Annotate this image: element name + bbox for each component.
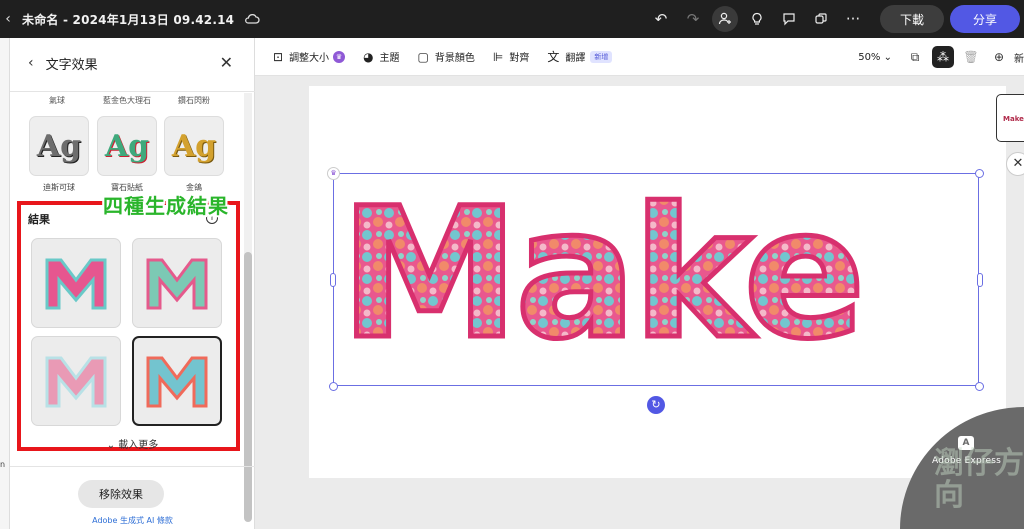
chevron-left-icon[interactable]: ‹ — [2, 11, 14, 27]
result-tile-2[interactable] — [132, 238, 222, 328]
top-bar: ‹ 未命名 - 2024年1月13日 09.42.14 ↶ ↷ ··· 下載 分… — [0, 0, 1024, 38]
theme-button[interactable]: ◕ 主題 — [363, 49, 400, 65]
download-button[interactable]: 下載 — [880, 5, 944, 33]
result-m-glyph — [45, 258, 107, 310]
scrollbar-thumb[interactable] — [244, 252, 252, 522]
result-tile-4-selected[interactable] — [132, 336, 222, 426]
add-circle-icon[interactable]: ⊕ — [988, 46, 1010, 68]
text-effects-panel: ‹ 文字效果 ✕ 氣球 藍金色大理石 鑽石閃粉 Ag Ag Ag 迪斯可球 寶石… — [10, 38, 255, 529]
ai-terms-link[interactable]: Adobe 生成式 AI 條款 — [10, 515, 255, 526]
zoom-selector[interactable]: 50% ⌄ — [858, 52, 892, 63]
results-title: 結果 — [28, 213, 50, 226]
translate-button[interactable]: 文 翻譯 新增 — [547, 48, 613, 65]
style-tile-gem-sticker[interactable]: Ag — [97, 116, 157, 176]
copy-icon[interactable] — [808, 6, 834, 32]
watermark: 瀏仔方向 — [934, 446, 1024, 513]
remove-effect-button[interactable]: 移除效果 — [78, 480, 164, 508]
share-button[interactable]: 分享 — [950, 5, 1020, 33]
style-label-balloon: 氣球 — [49, 96, 65, 105]
resize-handle-bottom-left[interactable] — [329, 382, 338, 391]
background-color-button[interactable]: ▢ 背景顏色 — [417, 49, 475, 65]
result-m-glyph — [45, 356, 107, 408]
style-tile-disco[interactable]: Ag — [29, 116, 89, 176]
translate-label: 翻譯 — [565, 53, 586, 64]
trash-icon[interactable]: 🗑 — [960, 46, 982, 68]
document-title[interactable]: 未命名 - 2024年1月13日 09.42.14 — [22, 11, 234, 28]
load-more-label: 載入更多 — [118, 440, 159, 451]
result-tile-3[interactable] — [31, 336, 121, 426]
selection-box[interactable] — [333, 173, 979, 386]
comment-icon[interactable] — [776, 6, 802, 32]
more-icon[interactable]: ··· — [840, 6, 866, 32]
left-rail-text: n — [0, 460, 6, 469]
style-label-blue-gold-marble: 藍金色大理石 — [103, 96, 151, 105]
undo-icon[interactable]: ↶ — [648, 6, 674, 32]
resize-handle-left[interactable] — [330, 273, 336, 287]
add-person-icon[interactable] — [712, 6, 738, 32]
result-m-glyph — [146, 356, 208, 408]
style-label-diamond-glitter: 鑽石閃粉 — [178, 96, 210, 105]
canvas-toolbar: ⊡ 調整大小 ♛ ◕ 主題 ▢ 背景顏色 ⊫ 對齊 文 翻譯 新增 50% ⌄ … — [255, 38, 1024, 76]
new-badge: 新增 — [590, 50, 613, 63]
result-tile-1[interactable] — [31, 238, 121, 328]
premium-crown-icon: ♛ — [327, 167, 340, 180]
resize-handle-bottom-right[interactable] — [975, 382, 984, 391]
style-glyph: Ag — [104, 128, 150, 164]
align-left-icon: ⊫ — [492, 49, 504, 64]
translate-icon: 文 — [547, 50, 560, 64]
theme-label: 主題 — [379, 53, 400, 64]
close-icon[interactable]: ✕ — [1006, 152, 1024, 176]
lightbulb-icon[interactable] — [744, 6, 770, 32]
panel-header: ‹ 文字效果 ✕ — [10, 38, 255, 88]
cloud-icon[interactable] — [244, 11, 260, 27]
grid-toggle-icon[interactable]: ⁂ — [932, 46, 954, 68]
zoom-value: 50% — [858, 51, 881, 63]
resize-icon: ⊡ — [273, 49, 284, 64]
rotate-icon[interactable]: ↻ — [647, 396, 665, 414]
resize-label: 調整大小 — [289, 53, 330, 64]
toolbar-cut-label: 新 — [1014, 53, 1024, 65]
divider — [10, 91, 255, 92]
style-label-disco: 迪斯可球 — [43, 183, 75, 192]
left-rail: n — [0, 38, 10, 529]
load-more-button[interactable]: ⌄ 載入更多 — [10, 436, 255, 451]
premium-crown-icon: ♛ — [333, 50, 346, 63]
close-icon[interactable]: ✕ — [220, 53, 233, 72]
resize-handle-right[interactable] — [977, 273, 983, 287]
resize-button[interactable]: ⊡ 調整大小 ♛ — [273, 49, 346, 64]
layers-icon[interactable]: ⧉ — [904, 46, 926, 68]
panel-title: 文字效果 — [45, 57, 98, 73]
result-m-glyph — [146, 258, 208, 310]
resize-handle-top-right[interactable] — [975, 169, 984, 178]
redo-icon[interactable]: ↷ — [680, 6, 706, 32]
square-icon: ▢ — [417, 49, 429, 64]
page-thumbnail[interactable]: Make — [996, 94, 1024, 142]
style-tile-gold-dove[interactable]: Ag — [164, 116, 224, 176]
palette-icon: ◕ — [363, 49, 374, 64]
align-label: 對齊 — [509, 53, 530, 64]
background-color-label: 背景顏色 — [434, 53, 475, 64]
back-arrow-icon[interactable]: ‹ — [28, 55, 34, 71]
style-glyph: Ag — [36, 128, 82, 164]
style-glyph: Ag — [171, 128, 217, 164]
annotation-label: 四種生成結果 — [103, 194, 229, 218]
divider — [10, 466, 255, 467]
align-button[interactable]: ⊫ 對齊 — [492, 49, 530, 65]
